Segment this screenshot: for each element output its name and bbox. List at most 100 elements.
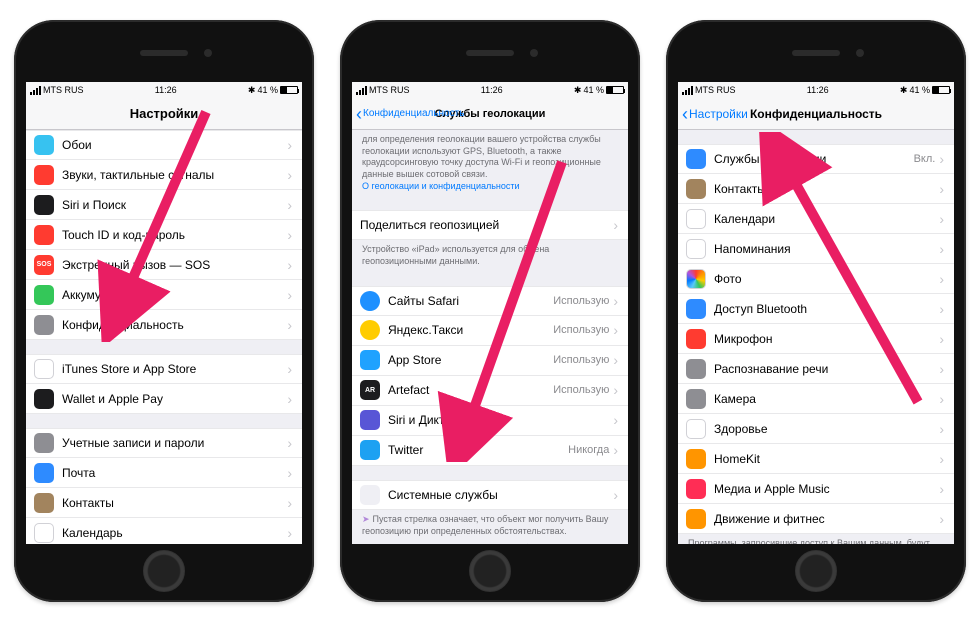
phone-1: MTS RUS 11:26 ✱ 41 % Настройки Обои›Звук… [14,20,314,602]
chevron-right-icon: › [287,197,292,213]
row-label: Учетные записи и пароли [62,436,287,450]
settings-row[interactable]: TwitterНикогда› [352,436,628,466]
speaker [792,50,840,56]
settings-row[interactable]: Службы геолокацииВкл.› [678,144,954,174]
settings-row[interactable]: Контакты› [26,488,302,518]
settings-row[interactable]: Конфиденциальность› [26,310,302,340]
chevron-right-icon: › [939,451,944,467]
about-link[interactable]: О геолокации и конфиденциальности [362,181,520,191]
settings-row[interactable]: App StoreИспользую› [352,346,628,376]
carrier-label: MTS RUS [695,85,736,95]
chevron-right-icon: › [939,421,944,437]
settings-row[interactable]: Аккумулятор› [26,280,302,310]
app-icon [686,419,706,439]
settings-row[interactable]: Учетные записи и пароли› [26,428,302,458]
settings-row[interactable]: Здоровье› [678,414,954,444]
chevron-right-icon: › [287,257,292,273]
settings-row[interactable]: Почта› [26,458,302,488]
settings-row[interactable]: Siri и Диктовка› [352,406,628,436]
settings-row[interactable]: Микрофон› [678,324,954,354]
chevron-right-icon: › [939,271,944,287]
chevron-right-icon: › [939,511,944,527]
chevron-right-icon: › [613,322,618,338]
settings-list[interactable]: Обои›Звуки, тактильные сигналы›Siri и По… [26,130,302,544]
page-title: Настройки [130,106,199,121]
app-icon [686,389,706,409]
chevron-right-icon: › [613,487,618,503]
bluetooth-icon: ✱ [248,85,256,96]
settings-row[interactable]: Обои› [26,130,302,160]
settings-row[interactable]: Календари› [678,204,954,234]
battery-icon [606,86,624,94]
app-icon [686,209,706,229]
settings-row[interactable]: HomeKit› [678,444,954,474]
row-label: Медиа и Apple Music [714,482,939,496]
system-services-row[interactable]: Системные службы › [352,480,628,510]
app-icon [360,350,380,370]
app-icon [686,179,706,199]
settings-row[interactable]: SOSЭкстренный вызов — SOS› [26,250,302,280]
carrier-label: MTS RUS [369,85,410,95]
page-title: Конфиденциальность [750,107,882,121]
settings-row[interactable]: Календарь› [26,518,302,544]
chevron-right-icon: › [287,137,292,153]
app-icon [360,410,380,430]
screen: MTS RUS 11:26 ✱ 41 % ‹ Конфиденциальност… [352,82,628,544]
row-label: Wallet и Apple Pay [62,392,287,406]
chevron-right-icon: › [613,217,618,233]
app-icon [34,523,54,543]
settings-row[interactable]: Медиа и Apple Music› [678,474,954,504]
share-location-row[interactable]: Поделиться геопозицией › [352,210,628,240]
settings-row[interactable]: Яндекс.ТаксиИспользую› [352,316,628,346]
front-camera [204,49,212,57]
settings-row[interactable]: Контакты› [678,174,954,204]
chevron-right-icon: › [939,331,944,347]
row-value: Использую [553,384,609,396]
privacy-list[interactable]: Службы геолокацииВкл.›Контакты›Календари… [678,130,954,544]
settings-row[interactable]: Доступ Bluetooth› [678,294,954,324]
settings-row[interactable]: Камера› [678,384,954,414]
row-label: Siri и Поиск [62,198,287,212]
chevron-right-icon: › [287,167,292,183]
app-icon [34,285,54,305]
app-icon [34,315,54,335]
location-arrow-icon: ➤ [362,514,370,524]
row-label: Обои [62,138,287,152]
settings-row[interactable]: iTunes Store и App Store› [26,354,302,384]
legend-hint: ➤Пустая стрелка означает, что объект мог… [352,510,628,539]
location-list[interactable]: для определения геолокации вашего устрой… [352,130,628,544]
row-value: Использую [553,295,609,307]
app-icon [686,149,706,169]
settings-row[interactable]: Напоминания› [678,234,954,264]
settings-row[interactable]: ARArtefactИспользую› [352,376,628,406]
settings-row[interactable]: Движение и фитнес› [678,504,954,534]
settings-row[interactable]: Siri и Поиск› [26,190,302,220]
chevron-right-icon: › [287,287,292,303]
home-button[interactable] [143,550,185,592]
screen: MTS RUS 11:26 ✱ 41 % ‹ Настройки Конфиде… [678,82,954,544]
chevron-right-icon: › [287,495,292,511]
chevron-right-icon: › [613,412,618,428]
row-label: Аккумулятор [62,288,287,302]
navbar: ‹ Настройки Конфиденциальность [678,98,954,130]
home-button[interactable] [795,550,837,592]
settings-row[interactable]: Сайты SafariИспользую› [352,286,628,316]
chevron-left-icon: ‹ [682,105,688,123]
settings-row[interactable]: Распознавание речи› [678,354,954,384]
settings-row[interactable]: Звуки, тактильные сигналы› [26,160,302,190]
settings-row[interactable]: Touch ID и код-пароль› [26,220,302,250]
row-label: Twitter [388,443,568,457]
settings-row[interactable]: Wallet и Apple Pay› [26,384,302,414]
back-button[interactable]: ‹ Конфиденциальность [356,105,464,123]
back-button[interactable]: ‹ Настройки [682,105,748,123]
chevron-right-icon: › [613,352,618,368]
settings-row[interactable]: Фото› [678,264,954,294]
row-value: Вкл. [914,153,936,165]
home-button[interactable] [469,550,511,592]
row-label: Фото [714,272,939,286]
row-label: Конфиденциальность [62,318,287,332]
row-label: Службы геолокации [714,152,914,166]
battery-icon [932,86,950,94]
row-label: Здоровье [714,422,939,436]
row-label: Микрофон [714,332,939,346]
